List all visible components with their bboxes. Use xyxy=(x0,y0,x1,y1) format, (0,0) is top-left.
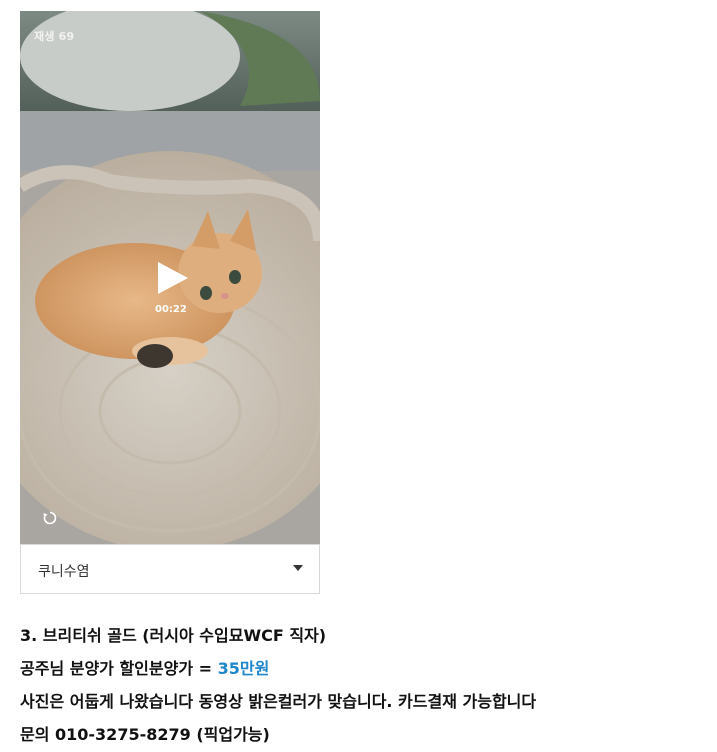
option-select[interactable]: 쿠니수염 xyxy=(20,544,320,594)
replay-icon[interactable] xyxy=(42,510,58,526)
breed-title: 3. 브리티쉬 골드 (러시아 수입묘WCF 직자) xyxy=(20,626,327,645)
video-player[interactable]: 재생 69 00:22 xyxy=(20,11,320,544)
price-value: 35만원 xyxy=(217,659,270,678)
option-select-value: 쿠니수염 xyxy=(38,564,90,580)
contact-info: 문의 010-3275-8279 (픽업가능) xyxy=(20,725,270,744)
photo-note: 사진은 어둡게 나왔습니다 동영상 밝은컬러가 맞습니다. 카드결재 가능합니다 xyxy=(20,692,537,711)
video-duration: 00:22 xyxy=(155,304,187,315)
price-label: 공주님 분양가 할인분양가 = xyxy=(20,659,218,678)
price-line: 공주님 분양가 할인분양가 = 35만원 xyxy=(20,655,269,679)
play-count: 재생 69 xyxy=(34,30,75,43)
chevron-down-icon xyxy=(293,565,303,571)
play-icon[interactable] xyxy=(154,260,190,296)
